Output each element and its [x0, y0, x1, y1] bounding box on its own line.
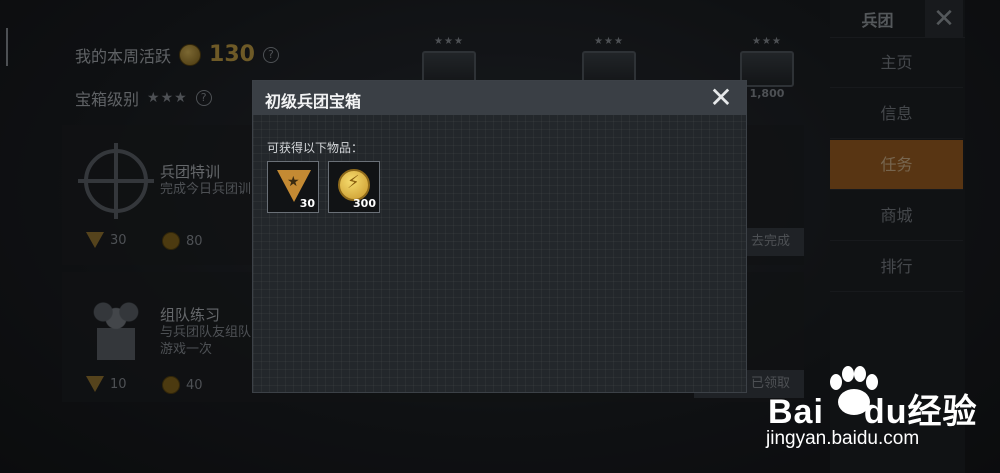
- reward-item-coin[interactable]: ⚡ 300: [328, 161, 380, 213]
- chest-reward-modal: 初级兵团宝箱 ✕ 可获得以下物品： ★ 30 ⚡ 300: [252, 80, 747, 393]
- star-icon: ★: [287, 174, 300, 190]
- item-qty: 30: [299, 197, 315, 210]
- modal-header: 初级兵团宝箱 ✕: [253, 81, 746, 115]
- item-qty: 300: [353, 197, 376, 210]
- modal-subtitle: 可获得以下物品：: [267, 141, 364, 155]
- watermark-logo-mid: du: [863, 393, 908, 431]
- watermark-url: jingyan.baidu.com: [766, 428, 920, 449]
- modal-title: 初级兵团宝箱: [265, 92, 362, 111]
- watermark-logo-right: 经验: [907, 393, 978, 431]
- close-icon[interactable]: ✕: [706, 83, 736, 113]
- reward-item-badge[interactable]: ★ 30: [267, 161, 319, 213]
- lightning-icon: ⚡: [347, 172, 360, 193]
- watermark-logo-left: Bai: [768, 393, 824, 431]
- baidu-watermark-logo: Bai du经验: [768, 384, 977, 433]
